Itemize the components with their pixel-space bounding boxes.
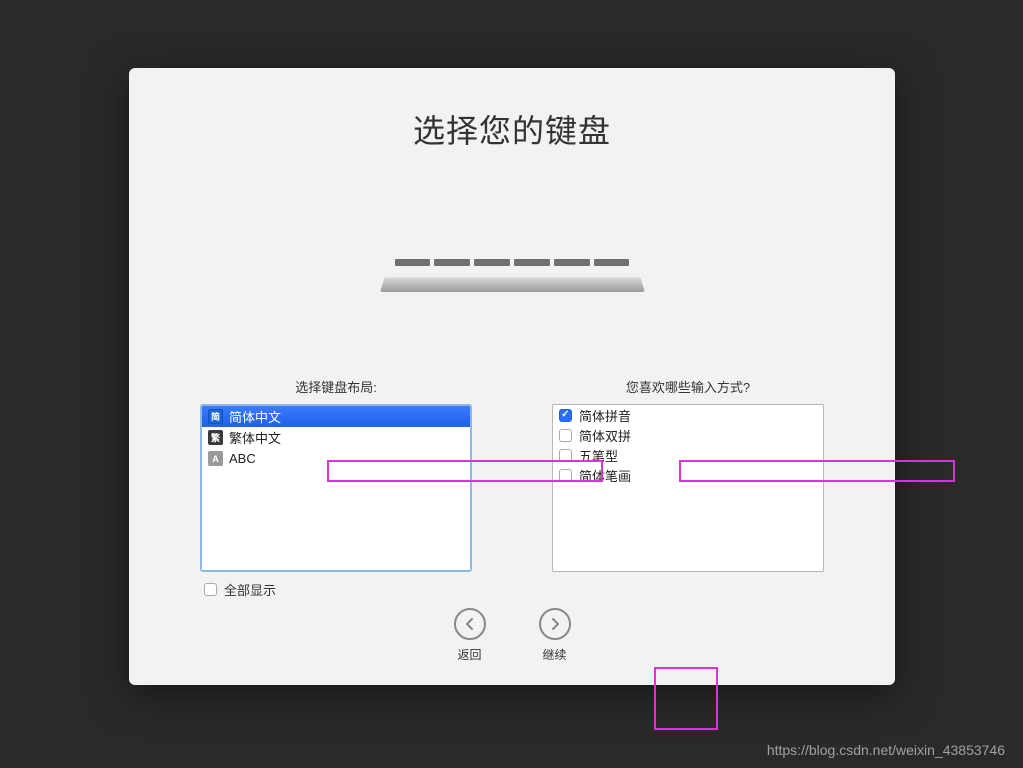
layout-row[interactable]: 繁繁体中文 <box>202 427 470 448</box>
back-label: 返回 <box>457 646 481 663</box>
continue-button[interactable]: 继续 <box>539 608 571 663</box>
show-all-label: 全部显示 <box>224 580 276 599</box>
input-method-row[interactable]: 简体双拼 <box>553 425 823 445</box>
annotation-highlight <box>654 667 718 730</box>
input-method-column: 您喜欢哪些输入方式? 简体拼音简体双拼五笔型简体笔画 <box>552 377 824 599</box>
layout-icon: 简 <box>208 409 223 424</box>
keyboard-layout-column: 选择键盘布局: 简简体中文繁繁体中文AABC 全部显示 <box>200 377 472 599</box>
layout-label: ABC <box>229 451 256 466</box>
input-method-label: 您喜欢哪些输入方式? <box>552 377 824 396</box>
show-all-row[interactable]: 全部显示 <box>200 580 472 599</box>
back-button[interactable]: 返回 <box>454 608 486 663</box>
arrow-left-icon <box>454 608 486 640</box>
input-method-row[interactable]: 五笔型 <box>553 445 823 465</box>
setup-window: 选择您的键盘 选择键盘布局: 简简体中文繁繁体中文AABC 全部显示 您喜欢哪些… <box>129 68 895 685</box>
input-method-checkbox[interactable] <box>559 409 572 422</box>
input-method-row[interactable]: 简体拼音 <box>553 405 823 425</box>
input-method-label: 五笔型 <box>579 446 618 465</box>
input-method-checkbox[interactable] <box>559 469 572 482</box>
columns-container: 选择键盘布局: 简简体中文繁繁体中文AABC 全部显示 您喜欢哪些输入方式? 简… <box>129 377 895 599</box>
page-title: 选择您的键盘 <box>413 106 611 152</box>
nav-bar: 返回 继续 <box>129 608 895 663</box>
layout-row[interactable]: 简简体中文 <box>202 406 470 427</box>
layout-label: 繁体中文 <box>229 428 281 447</box>
input-method-label: 简体拼音 <box>579 406 631 425</box>
keyboard-layout-listbox[interactable]: 简简体中文繁繁体中文AABC <box>200 404 472 572</box>
layout-row[interactable]: A ABC <box>202 448 470 469</box>
show-all-checkbox[interactable] <box>204 583 217 596</box>
input-method-label: 简体笔画 <box>579 466 631 485</box>
arrow-right-icon <box>539 608 571 640</box>
continue-label: 继续 <box>542 646 566 663</box>
input-method-checkbox[interactable] <box>559 429 572 442</box>
layout-icon: A <box>208 451 223 466</box>
input-method-checkbox[interactable] <box>559 449 572 462</box>
input-method-listbox[interactable]: 简体拼音简体双拼五笔型简体笔画 <box>552 404 824 572</box>
layout-label: 简体中文 <box>229 407 281 426</box>
keyboard-layout-label: 选择键盘布局: <box>200 377 472 396</box>
input-method-row[interactable]: 简体笔画 <box>553 465 823 485</box>
watermark-text: https://blog.csdn.net/weixin_43853746 <box>767 742 1005 758</box>
keyboard-illustration <box>380 257 645 295</box>
input-method-label: 简体双拼 <box>579 426 631 445</box>
layout-icon: 繁 <box>208 430 223 445</box>
